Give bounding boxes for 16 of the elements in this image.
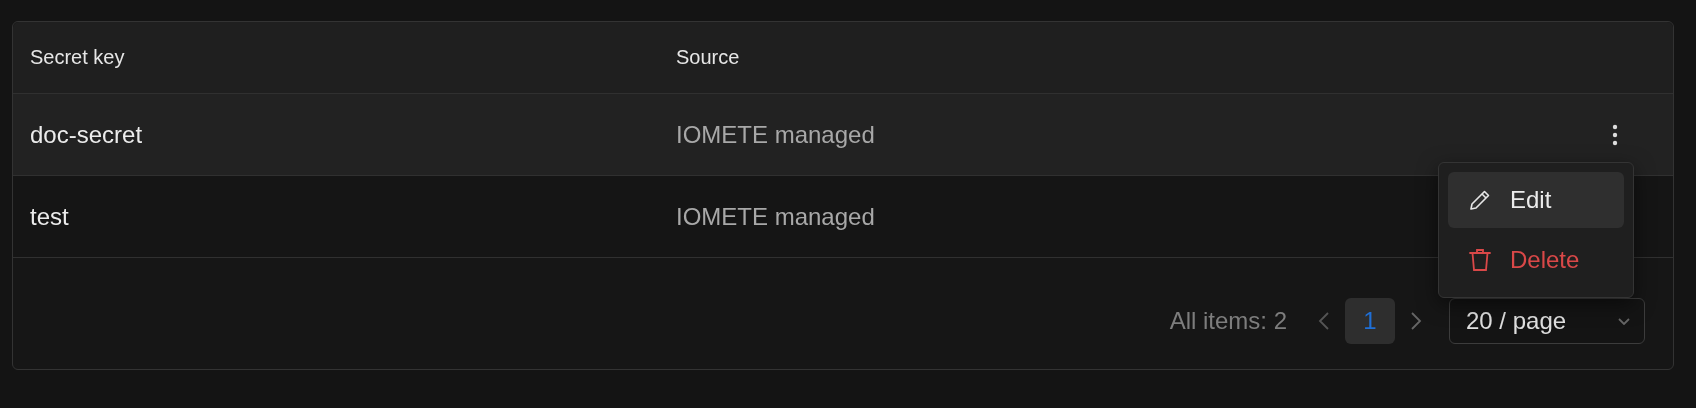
column-header: Source [675,46,741,69]
trash-icon [1468,247,1492,273]
chevron-down-icon [1618,317,1630,325]
menu-item[interactable]: Edit [1448,172,1624,228]
column-header: Secret key [29,46,126,69]
total-count: All items: 2 [1169,307,1287,335]
table-row[interactable]: doc-secret IOMETE managed [13,94,1673,176]
menu-item-label: Edit [1510,186,1552,214]
table-cell: IOMETE managed [676,202,875,231]
table-cell: test [30,202,69,231]
next-page-icon[interactable] [1409,310,1423,332]
more-icon[interactable] [1611,123,1619,146]
table-cell: IOMETE managed [676,120,875,149]
page-size-select[interactable]: 20 / page [1449,298,1645,344]
table-cell: doc-secret [30,120,143,149]
previous-page-icon[interactable] [1317,310,1331,332]
